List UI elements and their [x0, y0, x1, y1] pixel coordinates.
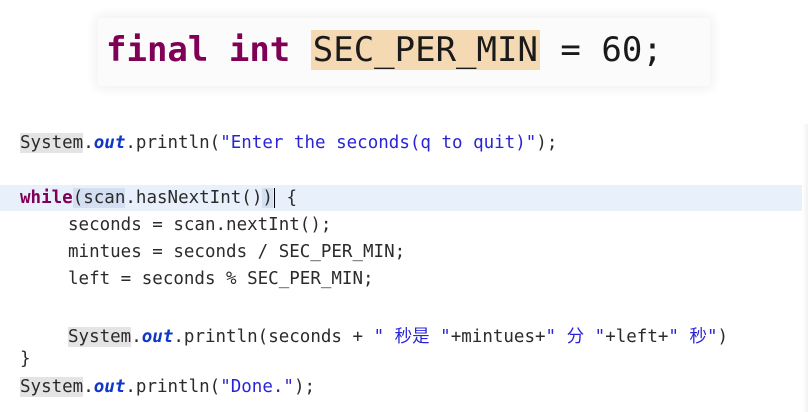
out-field: out: [93, 377, 126, 397]
constant-name[interactable]: SEC_PER_MIN: [310, 30, 540, 70]
out-field: out: [93, 133, 126, 153]
code-line-3[interactable]: seconds = scan.nextInt();: [68, 212, 331, 238]
code-line-2[interactable]: while(scan.hasNextInt()) {: [20, 185, 297, 211]
scan-object: scan: [83, 188, 126, 208]
open-brace: {: [275, 188, 297, 208]
out-field: out: [141, 327, 174, 347]
paren-close: ): [262, 188, 273, 208]
string-literal-sec: " 秒": [668, 327, 718, 347]
assign-operator: =: [539, 30, 602, 70]
paren-open: (: [72, 188, 84, 208]
dot: .: [131, 327, 142, 347]
println-call: .println(seconds +: [173, 327, 374, 347]
int-keyword: int: [228, 30, 291, 70]
dot: .: [83, 133, 94, 153]
string-literal-seconds: " 秒是 ": [373, 327, 451, 347]
hasnextint-call: .hasNextInt(): [125, 188, 263, 208]
println-call: .println(: [125, 133, 221, 153]
while-keyword: while: [20, 188, 73, 208]
string-literal-minutes: " 分 ": [545, 327, 606, 347]
code-line-6[interactable]: System.out.println(seconds + " 秒是 "+mint…: [68, 324, 728, 350]
code-line-4[interactable]: mintues = seconds / SEC_PER_MIN;: [68, 239, 405, 265]
system-class: System: [68, 327, 132, 347]
editor-scroll-edge[interactable]: [802, 124, 808, 412]
concat-left: +left+: [605, 327, 669, 347]
code-editor[interactable]: System.out.println("Enter the seconds(q …: [0, 124, 808, 412]
constant-declaration: final int SEC_PER_MIN = 60;: [106, 24, 663, 76]
dot: .: [83, 377, 94, 397]
text-caret: [273, 188, 275, 208]
semicolon: ;: [642, 30, 663, 70]
system-class: System: [20, 133, 84, 153]
statement-end: );: [536, 133, 558, 153]
code-line-7[interactable]: }: [20, 346, 31, 372]
statement-end: ): [717, 327, 729, 347]
concat-minutes: +mintues+: [450, 327, 546, 347]
string-literal: "Done.": [220, 377, 294, 397]
code-line-5[interactable]: left = seconds % SEC_PER_MIN;: [68, 266, 374, 292]
code-line-1[interactable]: System.out.println("Enter the seconds(q …: [20, 130, 557, 156]
constant-value: 60: [601, 30, 643, 70]
statement-end: );: [293, 377, 316, 397]
println-call: .println(: [125, 377, 221, 397]
final-keyword: final: [106, 30, 209, 70]
string-literal: "Enter the seconds(q to quit)": [220, 133, 537, 153]
code-line-8[interactable]: System.out.println("Done.");: [20, 374, 315, 400]
system-class: System: [20, 377, 84, 397]
